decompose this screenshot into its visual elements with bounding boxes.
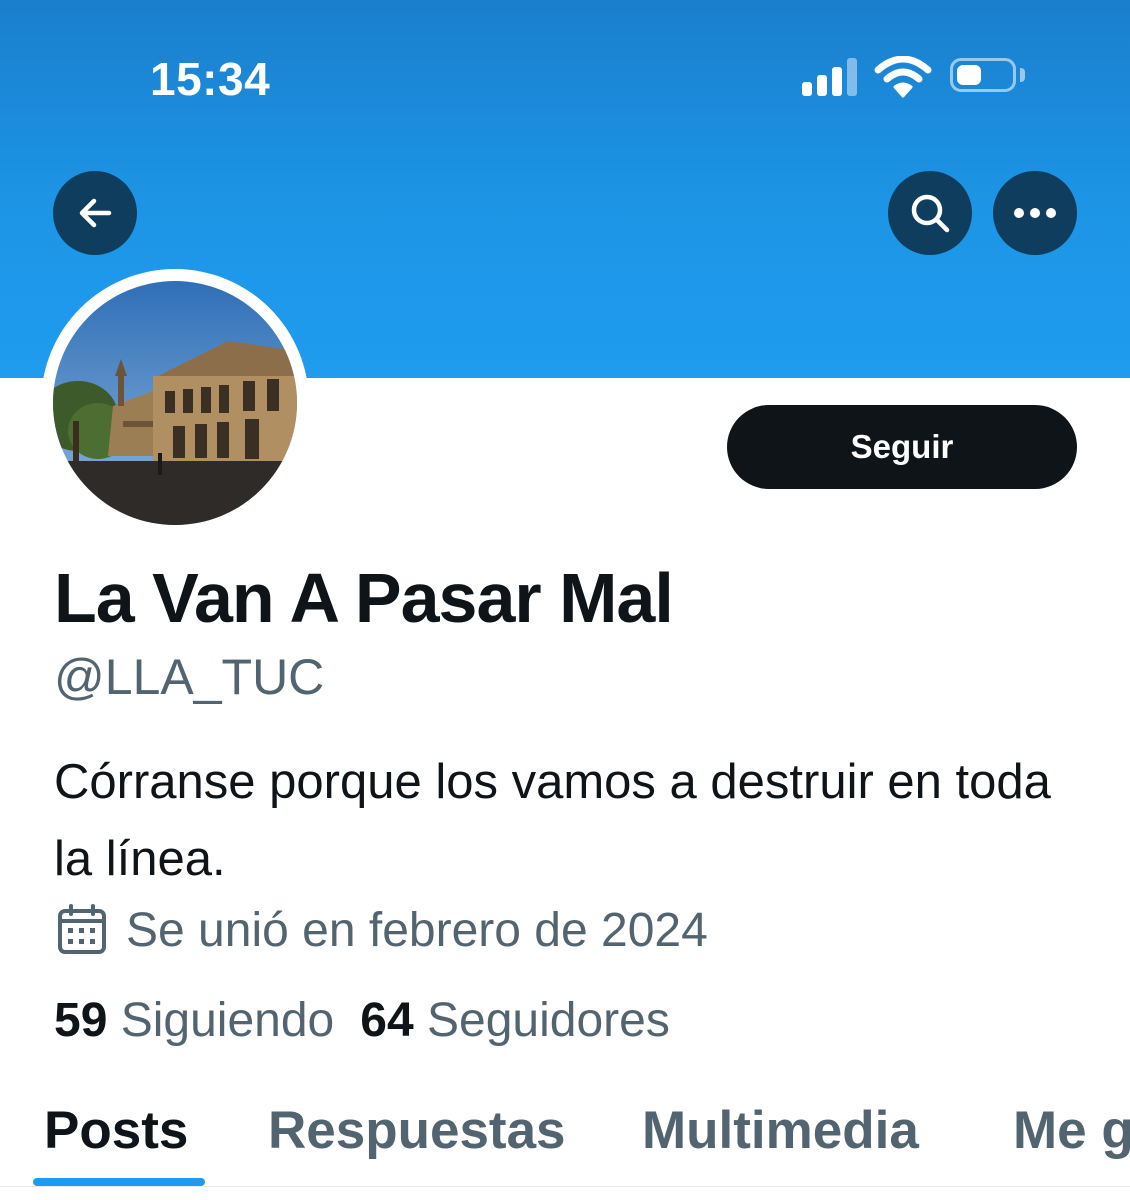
more-horizontal-icon bbox=[1014, 208, 1056, 218]
join-date: Se unió en febrero de 2024 bbox=[54, 900, 708, 960]
back-button[interactable] bbox=[53, 171, 137, 255]
followers-label: Seguidores bbox=[426, 994, 670, 1047]
avatar[interactable] bbox=[41, 269, 309, 537]
tabs-divider bbox=[0, 1186, 1130, 1187]
follow-stats: 59 Siguiendo 64 Seguidores bbox=[54, 993, 670, 1048]
profile-tabs: Posts Respuestas Multimedia Me gusta bbox=[0, 1090, 1130, 1200]
followers-count: 64 bbox=[360, 994, 414, 1047]
tab-multimedia[interactable]: Multimedia bbox=[642, 1100, 919, 1161]
cellular-signal-icon bbox=[802, 58, 860, 96]
battery-icon bbox=[950, 58, 1016, 92]
search-icon bbox=[911, 194, 950, 233]
more-options-button[interactable] bbox=[993, 171, 1077, 255]
following-count: 59 bbox=[54, 994, 108, 1047]
wifi-icon bbox=[874, 55, 932, 98]
active-tab-indicator bbox=[33, 1178, 205, 1186]
followers-link[interactable]: 64 Seguidores bbox=[360, 994, 670, 1047]
calendar-icon bbox=[58, 904, 106, 954]
tab-posts[interactable]: Posts bbox=[44, 1100, 188, 1161]
status-time: 15:34 bbox=[150, 53, 271, 105]
user-handle: @LLA_TUC bbox=[54, 649, 325, 705]
profile-page: 15:34 Seguir La Van A Pasar Mal @LLA_TUC… bbox=[0, 0, 1130, 1200]
tab-me-gusta[interactable]: Me gusta bbox=[1013, 1100, 1130, 1161]
arrow-left-icon bbox=[79, 198, 112, 228]
avatar-image bbox=[53, 281, 297, 525]
tab-respuestas[interactable]: Respuestas bbox=[268, 1100, 566, 1161]
join-date-text: Se unió en febrero de 2024 bbox=[126, 903, 708, 957]
follow-button[interactable]: Seguir bbox=[727, 405, 1077, 489]
following-label: Siguiendo bbox=[120, 994, 335, 1047]
battery-tip bbox=[1020, 68, 1025, 82]
bio: Córranse porque los vamos a destruir en … bbox=[54, 755, 1051, 886]
search-button[interactable] bbox=[888, 171, 972, 255]
display-name: La Van A Pasar Mal bbox=[54, 559, 674, 637]
following-link[interactable]: 59 Siguiendo bbox=[54, 994, 334, 1047]
